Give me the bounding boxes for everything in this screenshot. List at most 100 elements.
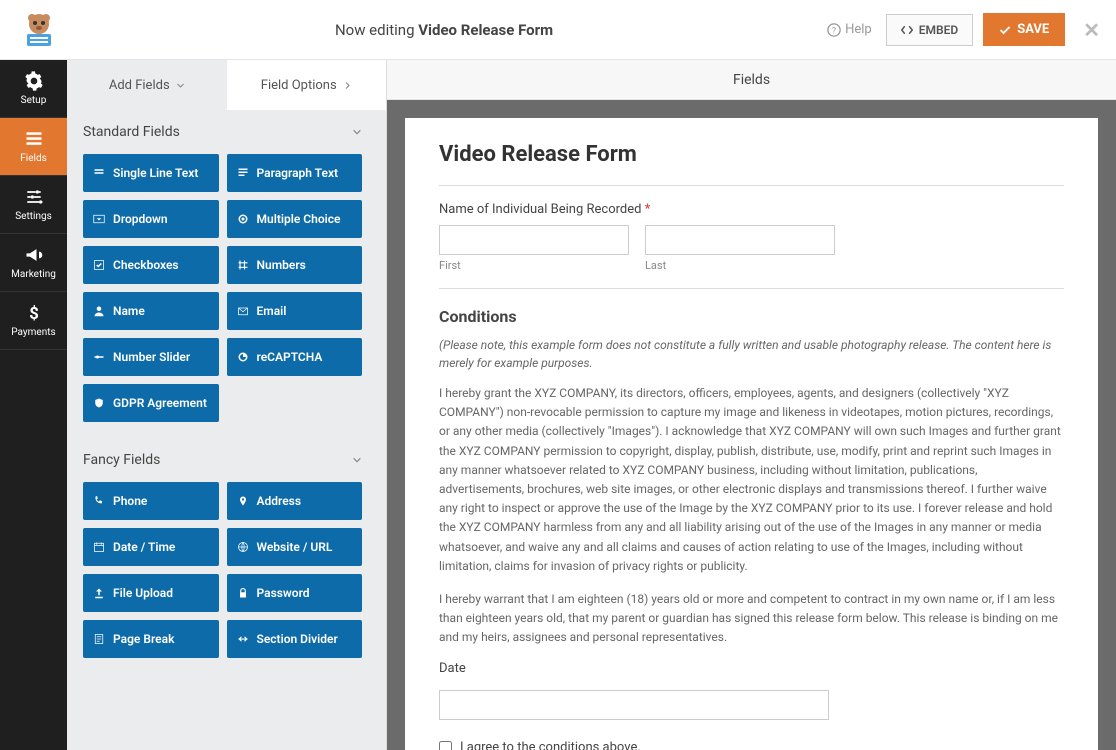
field-standard-number-slider[interactable]: Number Slider (83, 338, 219, 376)
paragraph-icon (237, 167, 249, 179)
hash-icon (237, 259, 249, 271)
divider-icon (237, 633, 249, 645)
editing-title: Now editing Video Release Form (61, 21, 827, 39)
last-name-input[interactable] (645, 225, 835, 255)
svg-text:$: $ (29, 305, 39, 323)
field-fancy-password[interactable]: Password (227, 574, 363, 612)
field-label: File Upload (113, 586, 173, 600)
conditions-para2: I hereby warrant that I am eighteen (18)… (439, 590, 1064, 648)
field-label: GDPR Agreement (113, 396, 207, 410)
tab-add-fields[interactable]: Add Fields (67, 60, 227, 110)
date-label: Date (439, 661, 1064, 676)
dollar-icon: $ (24, 303, 44, 323)
calendar-icon (93, 541, 105, 553)
radio-icon (237, 213, 249, 225)
section-fancy-fields[interactable]: Fancy Fields (67, 438, 378, 482)
chevron-down-icon (176, 81, 185, 90)
field-label: Email (257, 304, 287, 318)
field-label: Dropdown (113, 212, 168, 226)
field-standard-single-line-text[interactable]: Single Line Text (83, 154, 219, 192)
nav-settings[interactable]: Settings (0, 176, 67, 234)
field-label: Name (113, 304, 145, 318)
help-link[interactable]: ? Help (827, 22, 872, 37)
first-sublabel: First (439, 259, 629, 272)
page-icon (93, 633, 105, 645)
lock-icon (237, 587, 249, 599)
first-name-input[interactable] (439, 225, 629, 255)
field-label: Page Break (113, 632, 174, 646)
field-standard-checkboxes[interactable]: Checkboxes (83, 246, 219, 284)
field-label: Section Divider (257, 632, 338, 646)
chevron-down-icon (352, 127, 362, 137)
section-standard-fields[interactable]: Standard Fields (67, 110, 378, 154)
field-standard-email[interactable]: Email (227, 292, 363, 330)
field-label: Checkboxes (113, 258, 179, 272)
embed-button[interactable]: EMBED (886, 14, 973, 46)
form-canvas: Video Release Form Name of Individual Be… (405, 118, 1098, 750)
main-nav: Setup Fields Settings Marketing $ Paymen… (0, 60, 67, 750)
shield-icon (93, 397, 105, 409)
preview-area: Fields Video Release Form Name of Indivi… (387, 60, 1116, 750)
field-fancy-date-time[interactable]: Date / Time (83, 528, 219, 566)
field-label: Website / URL (257, 540, 333, 554)
field-standard-numbers[interactable]: Numbers (227, 246, 363, 284)
field-standard-paragraph-text[interactable]: Paragraph Text (227, 154, 363, 192)
topbar: Now editing Video Release Form ? Help EM… (0, 0, 1116, 60)
upload-icon (93, 587, 105, 599)
field-fancy-phone[interactable]: Phone (83, 482, 219, 520)
field-standard-dropdown[interactable]: Dropdown (83, 200, 219, 238)
mail-icon (237, 305, 249, 317)
close-button[interactable]: ✕ (1083, 18, 1100, 42)
text-icon (93, 167, 105, 179)
gear-icon (24, 71, 44, 91)
chevron-right-icon (343, 81, 352, 90)
agree-checkbox[interactable] (439, 741, 452, 750)
last-sublabel: Last (645, 259, 835, 272)
help-icon: ? (827, 23, 841, 37)
sliders-icon (24, 187, 44, 207)
nav-fields[interactable]: Fields (0, 118, 67, 176)
save-button[interactable]: SAVE (983, 13, 1065, 46)
code-icon (901, 24, 913, 36)
field-fancy-section-divider[interactable]: Section Divider (227, 620, 363, 658)
slider-icon (93, 351, 105, 363)
list-icon (24, 129, 44, 149)
pin-icon (237, 495, 249, 507)
app-logo (16, 7, 61, 52)
field-standard-gdpr-agreement[interactable]: GDPR Agreement (83, 384, 219, 422)
field-fancy-page-break[interactable]: Page Break (83, 620, 219, 658)
field-label: Single Line Text (113, 166, 198, 180)
nav-setup[interactable]: Setup (0, 60, 67, 118)
field-label: Multiple Choice (257, 212, 341, 226)
field-label: Password (257, 586, 310, 600)
conditions-para1: I hereby grant the XYZ COMPANY, its dire… (439, 384, 1064, 576)
field-label: Date / Time (113, 540, 175, 554)
svg-text:?: ? (832, 26, 836, 36)
check-icon (999, 24, 1011, 36)
field-label: Paragraph Text (257, 166, 339, 180)
field-standard-multiple-choice[interactable]: Multiple Choice (227, 200, 363, 238)
check-icon (93, 259, 105, 271)
name-label: Name of Individual Being Recorded * (439, 202, 1064, 217)
tab-field-options[interactable]: Field Options (227, 60, 387, 110)
globe-icon (237, 541, 249, 553)
user-icon (93, 305, 105, 317)
nav-payments[interactable]: $ Payments (0, 292, 67, 350)
field-standard-recaptcha[interactable]: reCAPTCHA (227, 338, 363, 376)
field-fancy-website-url[interactable]: Website / URL (227, 528, 363, 566)
chevron-down-icon (352, 455, 362, 465)
field-fancy-file-upload[interactable]: File Upload (83, 574, 219, 612)
nav-marketing[interactable]: Marketing (0, 234, 67, 292)
preview-header: Fields (387, 60, 1116, 100)
conditions-note: (Please note, this example form does not… (439, 336, 1064, 372)
bullhorn-icon (24, 245, 44, 265)
field-label: Numbers (257, 258, 306, 272)
field-label: Number Slider (113, 350, 190, 364)
field-fancy-address[interactable]: Address (227, 482, 363, 520)
date-input[interactable] (439, 690, 829, 720)
field-label: Phone (113, 494, 147, 508)
conditions-title: Conditions (439, 307, 1064, 326)
field-standard-name[interactable]: Name (83, 292, 219, 330)
agree-label: I agree to the conditions above. (460, 740, 641, 750)
dropdown-icon (93, 213, 105, 225)
